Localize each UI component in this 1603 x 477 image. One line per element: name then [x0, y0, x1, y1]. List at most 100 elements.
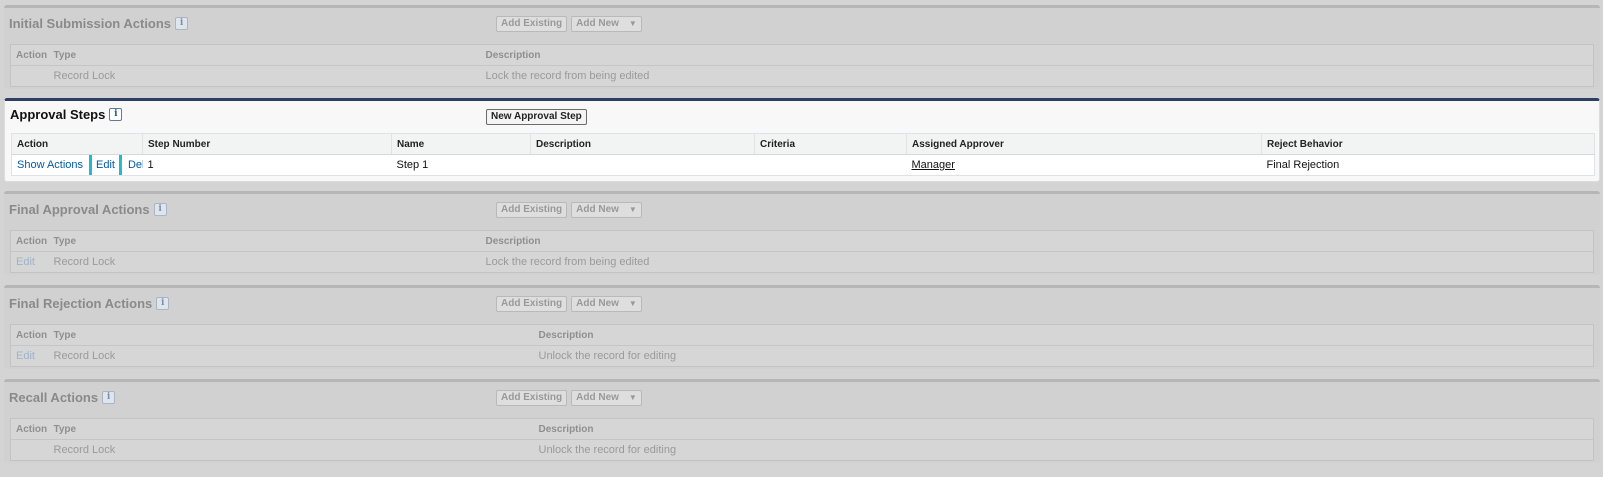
button-group: New Approval Step	[486, 109, 587, 125]
initial-submission-table: Action Type Description Record Lock Lock…	[10, 44, 1594, 87]
table-header-row: Action Type Description	[10, 418, 1594, 440]
chevron-down-icon: ▼	[628, 299, 637, 308]
approval-steps-table: Action Step Number Name Description Crit…	[11, 133, 1595, 176]
add-new-label: Add New	[576, 18, 619, 29]
button-group: Add Existing Add New ▼	[496, 16, 642, 32]
section-title: Recall Actions i	[9, 390, 116, 405]
recall-section: Recall Actions i Add Existing Add New ▼ Ac…	[4, 379, 1600, 463]
type-cell: Record Lock	[53, 256, 116, 268]
section-title-text: Final Rejection Actions	[9, 296, 153, 311]
reject-behavior-cell: Final Rejection	[1266, 159, 1340, 171]
column-header: Action	[10, 418, 49, 440]
add-existing-button[interactable]: Add Existing	[496, 390, 568, 406]
final-rejection-section: Final Rejection Actions i Add Existing Ad…	[4, 285, 1600, 369]
column-header: Description	[530, 133, 755, 155]
recall-table: Action Type Description Record Lock Unlo…	[10, 418, 1594, 461]
show-actions-link[interactable]: Show Actions	[17, 159, 83, 171]
criteria-cell	[755, 155, 907, 176]
initial-submission-section: Initial Submission Actions i Add Existing…	[4, 5, 1600, 89]
add-new-button[interactable]: Add New ▼	[571, 296, 642, 312]
section-header: Approval Steps i New Approval Step	[5, 101, 1599, 133]
section-header: Initial Submission Actions i Add Existing…	[4, 8, 1600, 40]
section-title: Initial Submission Actions i	[9, 16, 189, 31]
section-title-text: Final Approval Actions	[9, 202, 150, 217]
section-header: Final Rejection Actions i Add Existing Ad…	[4, 288, 1600, 320]
column-header: Type	[48, 44, 481, 66]
section-header: Recall Actions i Add Existing Add New ▼	[4, 382, 1600, 414]
button-group: Add Existing Add New ▼	[496, 202, 642, 218]
table-header-row: Action Step Number Name Description Crit…	[11, 133, 1595, 155]
add-new-label: Add New	[576, 392, 619, 403]
info-icon[interactable]: i	[109, 108, 123, 121]
info-icon[interactable]: i	[175, 17, 189, 30]
step-number-cell: 1	[147, 159, 154, 171]
description-cell: Lock the record from being edited	[485, 70, 650, 82]
column-header: Action	[10, 230, 49, 252]
chevron-down-icon: ▼	[628, 393, 637, 402]
column-header: Reject Behavior	[1261, 133, 1595, 155]
chevron-down-icon: ▼	[628, 205, 637, 214]
column-header: Type	[48, 230, 481, 252]
info-icon[interactable]: i	[102, 391, 116, 404]
section-title-text: Initial Submission Actions	[9, 16, 172, 31]
info-icon[interactable]: i	[153, 203, 167, 216]
description-cell: Unlock the record for editing	[538, 350, 677, 362]
type-cell: Record Lock	[53, 444, 116, 456]
final-approval-table: Action Type Description Edit Record Lock…	[10, 230, 1594, 273]
column-header: Type	[48, 418, 534, 440]
action-cell	[11, 440, 49, 461]
add-existing-button[interactable]: Add Existing	[496, 296, 568, 312]
add-new-button[interactable]: Add New ▼	[571, 202, 642, 218]
add-existing-button[interactable]: Add Existing	[496, 16, 568, 32]
description-cell: Lock the record from being edited	[485, 256, 650, 268]
action-cell	[11, 66, 49, 87]
table-header-row: Action Type Description	[10, 44, 1594, 66]
table-header-row: Action Type Description	[10, 324, 1594, 346]
add-new-label: Add New	[576, 204, 619, 215]
chevron-down-icon: ▼	[628, 19, 637, 28]
table-row: Record Lock Lock the record from being e…	[11, 66, 1594, 87]
column-header: Name	[391, 133, 531, 155]
table-row: Show Actions | Edit | Del 1 Step 1 Manag…	[12, 154, 1595, 176]
table-header-row: Action Type Description	[10, 230, 1594, 252]
section-title: Final Approval Actions i	[9, 202, 167, 217]
column-header: Step Number	[142, 133, 392, 155]
section-title-text: Recall Actions	[9, 390, 99, 405]
action-cell: Show Actions | Edit | Del	[12, 154, 143, 176]
edit-step-link[interactable]: Edit	[89, 154, 122, 176]
info-icon[interactable]: i	[156, 297, 170, 310]
column-header: Description	[533, 418, 1594, 440]
description-cell: Unlock the record for editing	[538, 444, 677, 456]
edit-action-link[interactable]: Edit	[16, 256, 35, 268]
final-rejection-table: Action Type Description Edit Record Lock…	[10, 324, 1594, 367]
delete-step-link[interactable]: Del	[128, 159, 143, 171]
button-group: Add Existing Add New ▼	[496, 296, 642, 312]
type-cell: Record Lock	[53, 70, 116, 82]
new-approval-step-button[interactable]: New Approval Step	[486, 109, 587, 125]
approval-steps-section: Approval Steps i New Approval Step Action…	[4, 98, 1600, 182]
column-header: Type	[48, 324, 534, 346]
column-header: Action	[11, 133, 143, 155]
add-new-button[interactable]: Add New ▼	[571, 390, 642, 406]
section-title: Approval Steps i	[10, 107, 123, 122]
column-header: Description	[480, 230, 1594, 252]
column-header: Description	[480, 44, 1594, 66]
divider: |	[88, 159, 91, 171]
button-group: Add Existing Add New ▼	[496, 390, 642, 406]
assigned-approver-link[interactable]: Manager	[912, 159, 955, 171]
column-header: Action	[10, 324, 49, 346]
add-new-button[interactable]: Add New ▼	[571, 16, 642, 32]
edit-action-link[interactable]: Edit	[16, 350, 35, 362]
table-row: Record Lock Unlock the record for editin…	[11, 440, 1594, 461]
column-header: Criteria	[754, 133, 907, 155]
description-cell	[531, 155, 755, 176]
type-cell: Record Lock	[53, 350, 116, 362]
column-header: Action	[10, 44, 49, 66]
section-header: Final Approval Actions i Add Existing Add…	[4, 194, 1600, 226]
column-header: Assigned Approver	[906, 133, 1262, 155]
divider: |	[120, 159, 123, 171]
action-cell: Edit	[11, 252, 49, 273]
table-row: Edit Record Lock Unlock the record for e…	[11, 346, 1594, 367]
column-header: Description	[533, 324, 1594, 346]
add-existing-button[interactable]: Add Existing	[496, 202, 568, 218]
